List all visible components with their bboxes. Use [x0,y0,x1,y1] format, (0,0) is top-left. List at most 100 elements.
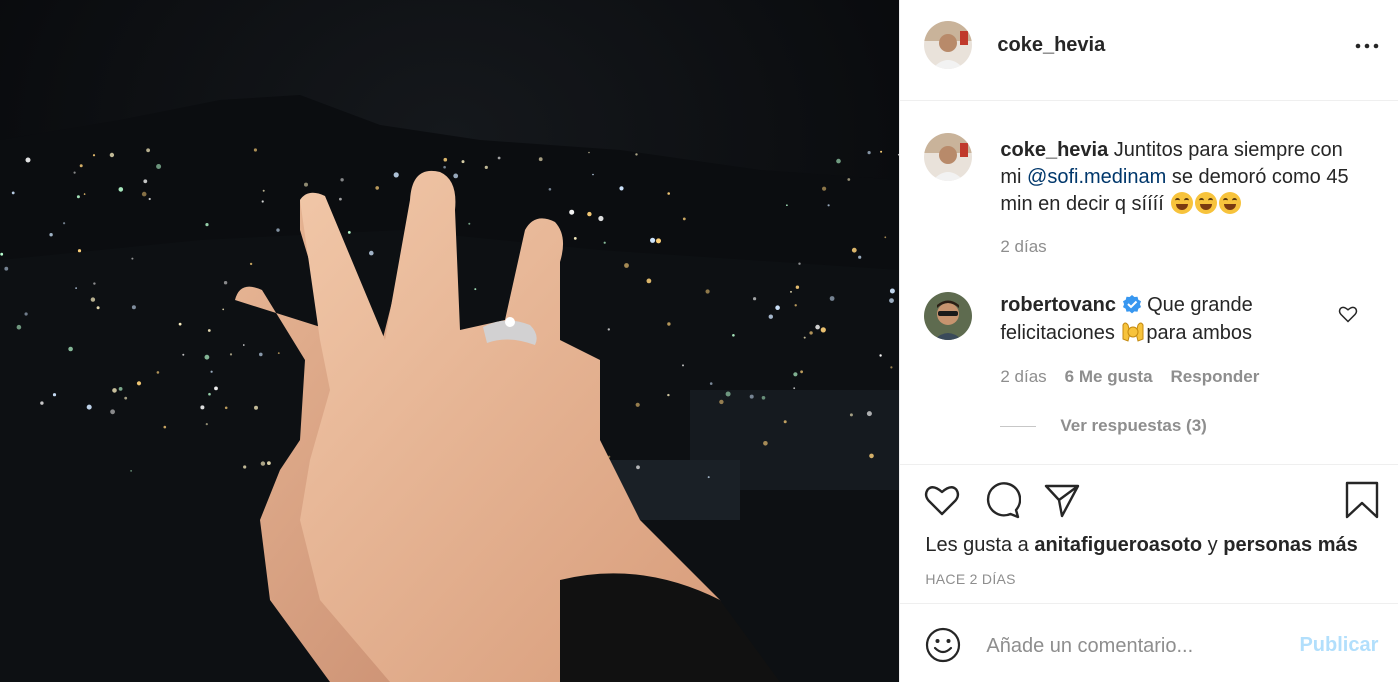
more-options-icon[interactable] [1354,34,1380,58]
bookmark-icon[interactable] [1343,481,1381,519]
comment-meta: 2 días 6 Me gusta Responder [1000,367,1259,387]
city-light [393,172,399,178]
city-light [25,157,31,163]
city-light [124,396,128,400]
caption-username[interactable]: coke_hevia [1000,139,1108,161]
city-light [109,152,115,158]
likes-others[interactable]: personas más [1223,534,1358,556]
city-light [646,278,652,284]
city-light [136,381,142,386]
city-light [795,285,800,289]
city-light [304,182,308,187]
city-light [635,153,638,156]
laughing-emoji-icon [1195,192,1218,214]
city-light [112,388,117,393]
comment-timestamp[interactable]: 2 días [1000,367,1046,386]
post-photo[interactable] [0,0,900,682]
city-light [267,461,271,465]
city-light [260,461,266,466]
city-light [262,189,265,192]
city-light [259,352,263,357]
city-light [867,151,871,155]
city-light [707,476,710,479]
city-light [75,287,77,289]
city-light [587,211,592,217]
city-light [200,405,205,410]
publish-button[interactable]: Publicar [1299,634,1378,657]
city-light [339,197,342,201]
like-comment-heart-icon[interactable] [1338,304,1358,324]
city-light [790,291,792,293]
city-light [719,399,724,405]
emoji-picker-icon[interactable] [924,626,962,664]
comment-likes-count[interactable]: 6 Me gusta [1065,367,1153,386]
city-light [0,252,4,256]
author-username[interactable]: coke_hevia [997,34,1105,57]
city-light [96,306,100,310]
caption-avatar[interactable] [924,133,973,181]
city-light [68,346,73,352]
city-light [90,297,96,302]
city-light [667,192,670,195]
post-header: coke_hevia [900,0,1398,101]
city-light [793,372,798,377]
city-light [725,391,731,397]
city-light [607,328,610,331]
city-light [474,288,477,291]
city-light [204,354,210,360]
city-light [650,237,656,243]
post-age[interactable]: HACE 2 DÍAS [925,571,1015,587]
caption-timestamp[interactable]: 2 días [1000,237,1046,256]
author-avatar[interactable] [924,21,973,69]
city-light [858,255,862,259]
city-light [79,164,83,168]
likes-user[interactable]: anitafigueroasoto [1034,534,1202,556]
caption-meta: 2 días [1000,237,1046,257]
city-light [347,231,351,234]
city-light [656,238,661,244]
city-light [468,222,471,225]
city-light [761,396,766,400]
city-light [163,425,167,429]
city-light [749,394,754,399]
commenter-avatar[interactable] [924,292,973,340]
city-light [798,262,801,265]
city-light [277,352,280,354]
view-replies-button[interactable]: Ver respuestas (3) [1000,416,1207,436]
city-light [223,281,228,285]
comment-text: robertovanc Que grande felicitaciones pa… [1000,292,1360,347]
city-light [461,160,465,164]
city-light [598,215,604,222]
city-light [86,404,92,410]
city-light [538,157,543,162]
city-light [24,312,28,316]
city-light [453,173,459,179]
city-light [205,423,208,426]
city-light [16,324,22,330]
city-light [182,353,185,356]
city-light [497,156,501,160]
city-light [375,186,380,190]
city-light [261,200,264,203]
city-light [624,263,629,268]
caption-mention[interactable]: @sofi.medinam [1027,166,1166,188]
reply-button[interactable]: Responder [1171,367,1260,386]
city-light [809,331,813,335]
city-light [636,465,640,470]
share-icon[interactable] [1043,481,1081,519]
city-light [146,148,151,153]
city-light [889,298,894,303]
comment-input[interactable] [984,628,1289,664]
city-light [49,233,53,237]
likes-mid: y [1202,534,1224,556]
city-light [682,364,684,367]
city-light [682,217,686,221]
replies-divider [1000,426,1037,428]
heart-icon[interactable] [923,481,961,519]
comment-body-end: para ambos [1146,322,1253,344]
comment-username[interactable]: robertovanc [1000,294,1116,316]
comment-icon[interactable] [983,481,1022,519]
city-light [793,387,796,390]
city-light [340,178,344,182]
city-light [794,304,797,307]
